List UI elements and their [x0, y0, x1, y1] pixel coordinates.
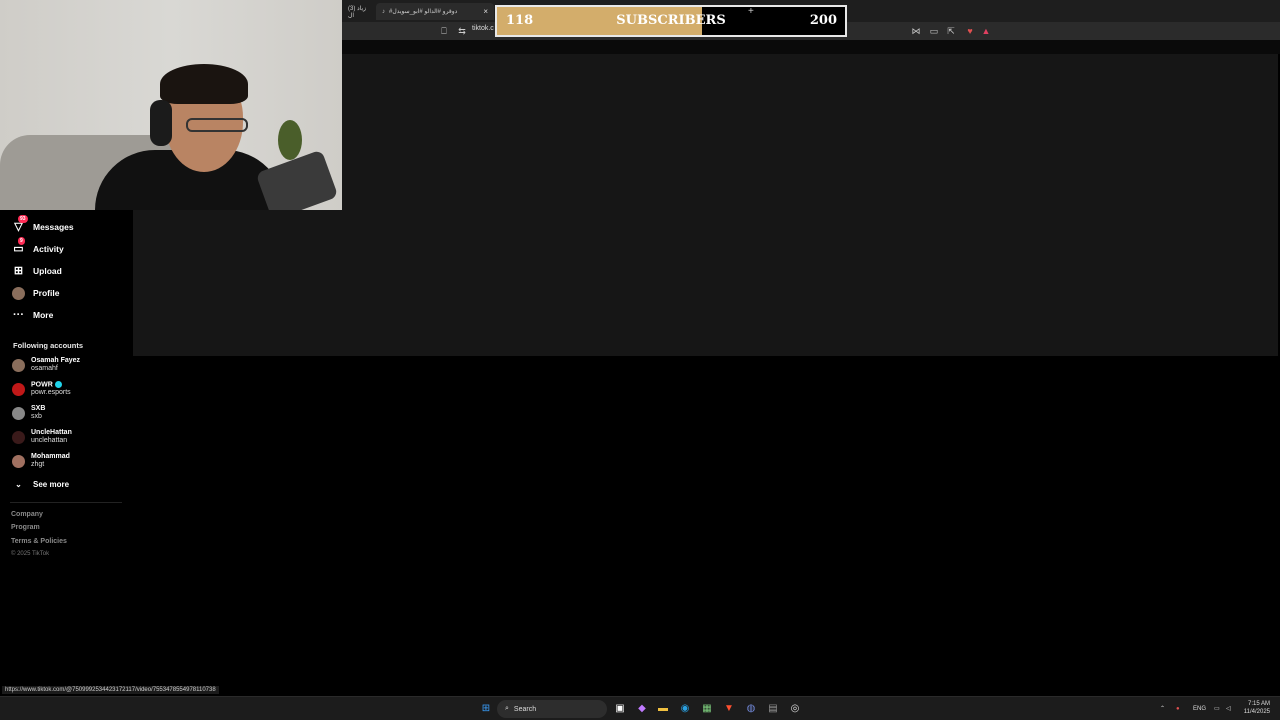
activity-icon: ▭ 9: [13, 236, 25, 255]
verified-icon: [54, 381, 62, 388]
search-placeholder: Search: [513, 705, 537, 713]
tab-title: (3) زياد ال: [348, 5, 367, 19]
subscriber-goal-bar: 118 SUBSCRIBERS 200: [495, 5, 847, 37]
new-tab-button[interactable]: +: [748, 6, 754, 17]
bookmark-icon[interactable]: ⎕: [438, 25, 450, 37]
profile-avatar: [12, 286, 25, 300]
account-username: osamahf: [31, 365, 58, 372]
nav-label: Activity: [33, 244, 64, 254]
file-explorer-icon[interactable]: ▬: [655, 701, 671, 717]
app-icon[interactable]: ▤: [765, 701, 781, 717]
upload-icon: ⊞: [13, 264, 24, 277]
account-name: UncleHattan: [31, 429, 72, 436]
avatar: [12, 430, 25, 444]
store-icon[interactable]: ▦: [699, 701, 715, 717]
obs-icon[interactable]: ◎: [787, 701, 803, 717]
more-icon: ···: [13, 308, 24, 321]
footer-link-program[interactable]: Program: [11, 524, 40, 531]
account-name: SXB: [31, 405, 46, 412]
windows-start-icon[interactable]: ⊞: [478, 701, 494, 717]
webcam-glasses: [186, 118, 248, 132]
brave-shield-icon[interactable]: ♥: [964, 25, 976, 37]
copilot-icon[interactable]: ◆: [634, 701, 650, 717]
language-indicator[interactable]: ENG: [1193, 697, 1206, 720]
network-icon[interactable]: ▭: [1214, 697, 1220, 720]
see-more-button[interactable]: ⌄ See more: [12, 475, 69, 493]
following-account[interactable]: Osamah Fayez osamahf: [12, 357, 80, 373]
close-tab-icon[interactable]: ×: [483, 7, 488, 16]
nav-more[interactable]: ··· More: [12, 306, 53, 324]
messages-icon: ▽ 93: [14, 214, 28, 233]
sidebar-divider: [10, 502, 122, 503]
subscriber-label: SUBSCRIBERS: [616, 13, 726, 28]
following-account[interactable]: POWR powr.esports: [12, 381, 71, 397]
taskbar-search[interactable]: ⌕ Search: [497, 700, 607, 718]
site-settings-icon[interactable]: ⇆: [456, 25, 468, 37]
webcam-person-hair: [160, 64, 248, 104]
copyright: © 2025 TikTok: [11, 551, 50, 557]
nav-activity[interactable]: ▭ 9 Activity: [12, 236, 64, 258]
browser-tab[interactable]: (3) زياد ال: [342, 3, 374, 20]
chevron-up-icon[interactable]: ⌃: [1160, 697, 1165, 720]
tiktok-sidebar: ▽ 93 Messages ▭ 9 Activity ⊞ Upload Profil…: [0, 210, 133, 696]
nav-label: Messages: [33, 222, 74, 232]
following-accounts-title: Following accounts: [13, 341, 84, 350]
nav-upload[interactable]: ⊞ Upload: [12, 262, 62, 280]
nav-messages[interactable]: ▽ 93 Messages: [12, 214, 74, 236]
footer-link-terms[interactable]: Terms & Policies: [11, 538, 67, 545]
avatar: [12, 406, 25, 420]
mute-icon[interactable]: ⋈: [910, 25, 922, 37]
webcam-headset: [150, 100, 172, 146]
nav-label: Upload: [33, 266, 62, 276]
page-top-bar: [342, 40, 1280, 54]
cast-icon[interactable]: ▭: [928, 25, 940, 37]
see-more-label: See more: [33, 479, 70, 489]
tab-title: #دوقرو #الدالو #ابو_سويدل: [389, 9, 458, 15]
brave-rewards-icon[interactable]: ▲: [980, 25, 992, 37]
clock-date: 11/4/2025: [1243, 709, 1270, 715]
edge-icon[interactable]: ◉: [677, 701, 693, 717]
tiktok-icon: ♪: [382, 8, 385, 15]
nav-label: More: [33, 310, 54, 320]
microphone-icon[interactable]: ●: [1176, 697, 1180, 720]
search-icon: ⌕: [505, 705, 509, 712]
footer-link-company[interactable]: Company: [11, 511, 43, 518]
nav-profile[interactable]: Profile: [12, 284, 59, 302]
status-bar-url: https://www.tiktok.com/@7509992534423172…: [2, 686, 219, 694]
windows-taskbar: ⊞ ⌕ Search ▣ ◆ ▬ ◉ ▦ ▼ ◍ ▤ ◎ ⌃ ● ENG ▭ ◁…: [0, 696, 1280, 720]
activity-badge: 9: [18, 236, 25, 245]
account-username: powr.esports: [31, 389, 71, 397]
volume-icon[interactable]: ◁: [1226, 697, 1231, 720]
discord-icon[interactable]: ◍: [743, 701, 759, 717]
account-username: sxb: [31, 413, 42, 420]
following-account[interactable]: Mohammad zhgt: [12, 453, 70, 469]
messages-badge: 93: [18, 214, 28, 223]
account-username: unclehattan: [31, 437, 68, 444]
chevron-down-icon: ⌄: [15, 479, 22, 489]
address-bar[interactable]: tiktok.c: [472, 25, 494, 32]
account-name: Osamah Fayez: [31, 357, 81, 364]
avatar: [12, 382, 25, 396]
task-view-icon[interactable]: ▣: [612, 701, 628, 717]
clock-time: 7:15 AM: [1247, 701, 1270, 707]
share-icon[interactable]: ⇱: [945, 25, 957, 37]
webcam-overlay: [0, 0, 342, 210]
brave-icon[interactable]: ▼: [721, 701, 737, 717]
webcam-plant: [278, 120, 302, 160]
following-account[interactable]: UncleHattan unclehattan: [12, 429, 72, 445]
subscriber-goal: 200: [809, 13, 837, 28]
following-account[interactable]: SXB sxb: [12, 405, 45, 421]
browser-tab-active[interactable]: ♪ #دوقرو #الدالو #ابو_سويدل ×: [376, 3, 494, 20]
nav-label: Profile: [33, 288, 60, 298]
avatar: [12, 454, 25, 468]
account-name: POWR: [31, 381, 53, 389]
account-username: zhgt: [31, 461, 45, 468]
clock[interactable]: 7:15 AM 11/4/2025: [1244, 700, 1270, 716]
avatar: [12, 358, 25, 372]
account-name: Mohammad: [31, 453, 70, 460]
